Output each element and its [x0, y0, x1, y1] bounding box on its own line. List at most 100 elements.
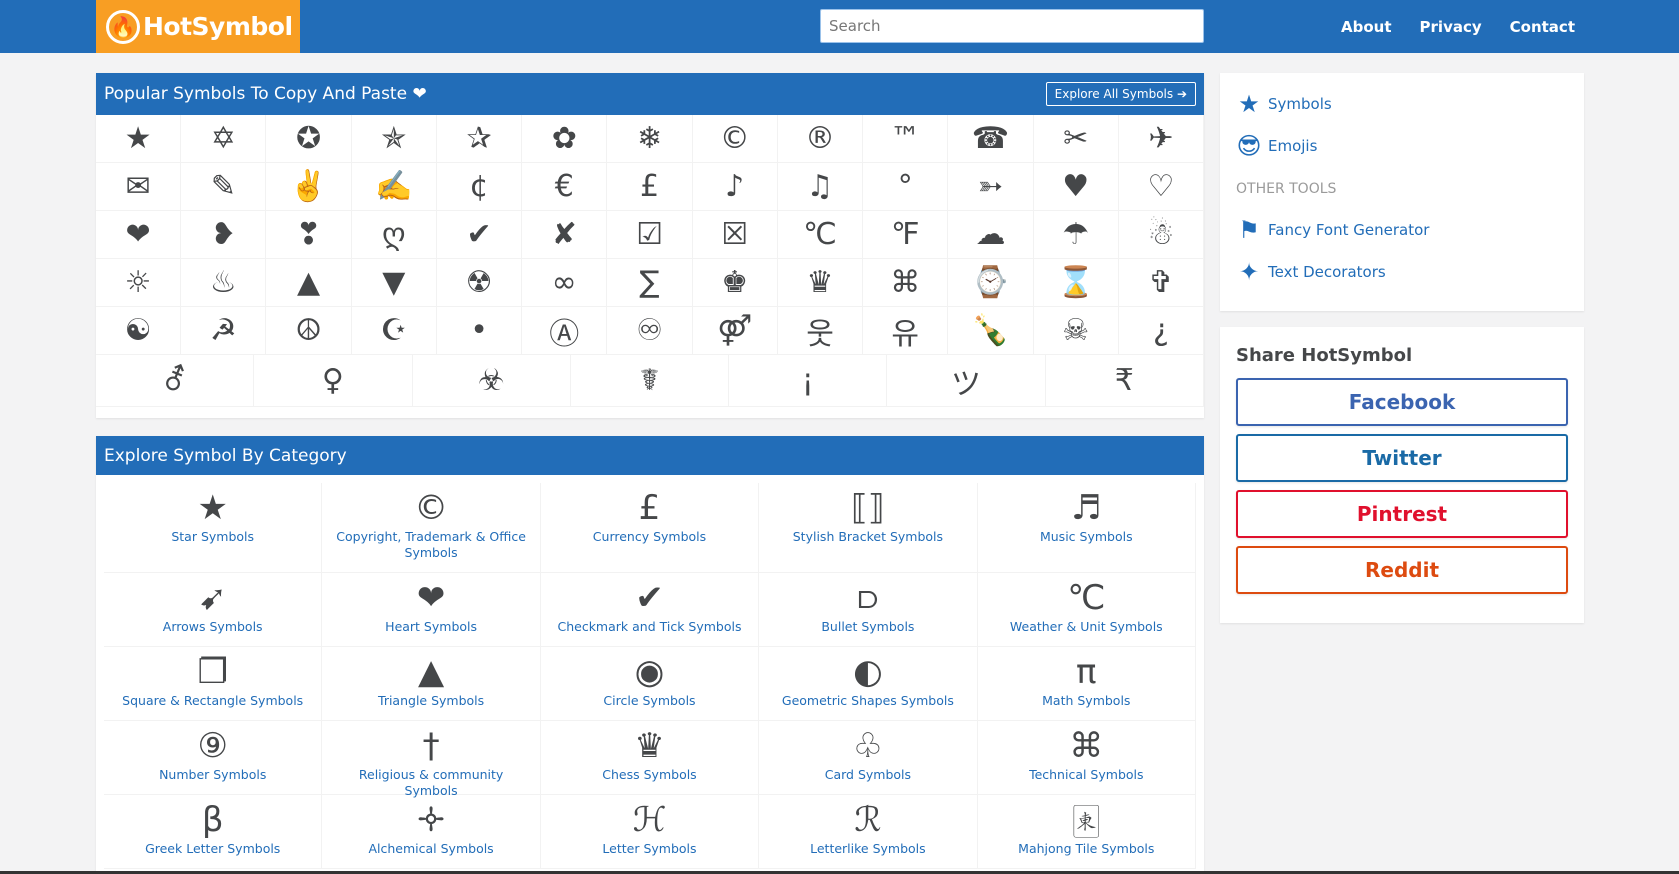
symbol-copy-cell[interactable]: ☃ — [1119, 211, 1205, 258]
category-item[interactable]: ⟦⟧ Stylish Bracket Symbols — [759, 483, 978, 573]
symbol-copy-cell[interactable]: ✡ — [181, 115, 267, 162]
symbol-copy-cell[interactable]: ¿ — [1119, 307, 1205, 354]
symbol-copy-cell[interactable]: ⚤ — [693, 307, 778, 354]
symbol-copy-cell[interactable]: ¡ — [729, 355, 888, 406]
nav-privacy[interactable]: Privacy — [1420, 18, 1482, 36]
symbol-copy-cell[interactable]: ☎ — [948, 115, 1034, 162]
symbol-copy-cell[interactable]: 웃 — [778, 307, 864, 354]
symbol-copy-cell[interactable]: ♨ — [181, 259, 267, 306]
symbol-copy-cell[interactable]: ツ — [887, 355, 1046, 406]
share-pinterest-button[interactable]: Pintrest — [1236, 490, 1568, 538]
symbol-copy-cell[interactable]: ⚦ — [96, 355, 255, 406]
explore-all-symbols-button[interactable]: Explore All Symbols ➔ — [1045, 82, 1196, 106]
category-item[interactable]: β Greek Letter Symbols — [104, 795, 323, 869]
symbol-copy-cell[interactable]: ☼ — [96, 259, 182, 306]
symbol-copy-cell[interactable]: ® — [778, 115, 864, 162]
symbol-copy-cell[interactable]: © — [693, 115, 778, 162]
symbol-copy-cell[interactable]: ∞ — [522, 259, 608, 306]
sidebar-link-emojis[interactable]: 😎 Emojis — [1220, 125, 1584, 167]
symbol-copy-cell[interactable]: ☯ — [96, 307, 182, 354]
share-twitter-button[interactable]: Twitter — [1236, 434, 1568, 482]
symbol-copy-cell[interactable]: 유 — [863, 307, 949, 354]
symbol-copy-cell[interactable]: ✰ — [437, 115, 523, 162]
symbol-copy-cell[interactable]: ★ — [96, 115, 182, 162]
category-item[interactable]: ✔ Checkmark and Tick Symbols — [540, 573, 760, 647]
symbol-copy-cell[interactable]: ▲ — [266, 259, 352, 306]
category-item[interactable]: ◉ Circle Symbols — [540, 647, 760, 721]
symbol-copy-cell[interactable]: ♫ — [778, 163, 864, 210]
symbol-copy-cell[interactable]: ❄ — [607, 115, 693, 162]
symbol-copy-cell[interactable]: ✍️ — [352, 163, 437, 210]
category-item[interactable]: ➹ Arrows Symbols — [104, 573, 323, 647]
category-item[interactable]: ⫐ Bullet Symbols — [759, 573, 978, 647]
symbol-copy-cell[interactable]: ❥ — [181, 211, 267, 258]
category-item[interactable]: ⌘ Technical Symbols — [977, 721, 1196, 795]
search-input[interactable] — [820, 9, 1204, 43]
share-facebook-button[interactable]: Facebook — [1236, 378, 1568, 426]
symbol-copy-cell[interactable]: ✈ — [1119, 115, 1205, 162]
symbol-copy-cell[interactable]: ⌛ — [1034, 259, 1119, 306]
symbol-copy-cell[interactable]: ∑ — [607, 259, 693, 306]
symbol-copy-cell[interactable]: ✯ — [352, 115, 437, 162]
symbol-copy-cell[interactable]: ♪ — [693, 163, 778, 210]
symbol-copy-cell[interactable]: ₹ — [1046, 355, 1204, 406]
category-item[interactable]: ◐ Geometric Shapes Symbols — [759, 647, 978, 721]
sidebar-link-text-decorators[interactable]: ✦ Text Decorators — [1220, 251, 1584, 293]
symbol-copy-cell[interactable]: ☑ — [607, 211, 693, 258]
category-item[interactable]: ▲ Triangle Symbols — [322, 647, 541, 721]
symbol-copy-cell[interactable]: ☒ — [693, 211, 778, 258]
symbol-copy-cell[interactable]: 🍾 — [948, 307, 1034, 354]
category-item[interactable]: © Copyright, Trademark & Office Symbols — [322, 483, 541, 573]
symbol-copy-cell[interactable]: ☢ — [437, 259, 523, 306]
symbol-copy-cell[interactable]: ✿ — [522, 115, 608, 162]
symbol-copy-cell[interactable]: ✌️ — [266, 163, 352, 210]
symbol-copy-cell[interactable]: £ — [607, 163, 693, 210]
symbol-copy-cell[interactable]: € — [522, 163, 608, 210]
symbol-copy-cell[interactable]: ☣ — [413, 355, 571, 406]
symbol-copy-cell[interactable]: ✪ — [266, 115, 352, 162]
category-item[interactable]: π Math Symbols — [977, 647, 1196, 721]
symbol-copy-cell[interactable]: ❣ — [266, 211, 352, 258]
category-item[interactable]: ⑨ Number Symbols — [104, 721, 323, 795]
symbol-copy-cell[interactable]: ❤ — [96, 211, 182, 258]
category-item[interactable]: ❐ Square & Rectangle Symbols — [104, 647, 323, 721]
symbol-copy-cell[interactable]: ♡ — [1119, 163, 1205, 210]
symbol-copy-cell[interactable]: ° — [863, 163, 949, 210]
symbol-copy-cell[interactable]: ▼ — [352, 259, 437, 306]
symbol-copy-cell[interactable]: ☮ — [266, 307, 352, 354]
symbol-copy-cell[interactable]: ✔ — [437, 211, 523, 258]
symbol-copy-cell[interactable]: Ⓐ — [522, 307, 608, 354]
symbol-copy-cell[interactable]: ♾ — [607, 307, 693, 354]
symbol-copy-cell[interactable]: ☤ — [571, 355, 730, 406]
symbol-copy-cell[interactable]: ☁ — [948, 211, 1034, 258]
symbol-copy-cell[interactable]: • — [437, 307, 523, 354]
symbol-copy-cell[interactable]: ™ — [863, 115, 949, 162]
category-item[interactable]: ℋ Letter Symbols — [540, 795, 760, 869]
symbol-copy-cell[interactable]: ♚ — [693, 259, 778, 306]
category-item[interactable]: 🝊 Alchemical Symbols — [322, 795, 541, 869]
symbol-copy-cell[interactable]: ℃ — [778, 211, 864, 258]
category-item[interactable]: ♧ Card Symbols — [759, 721, 978, 795]
symbol-copy-cell[interactable]: ✘ — [522, 211, 608, 258]
symbol-copy-cell[interactable]: ♛ — [778, 259, 864, 306]
symbol-copy-cell[interactable]: ♀ — [254, 355, 413, 406]
category-item[interactable]: † Religious & community Symbols — [322, 721, 541, 798]
symbol-copy-cell[interactable]: ღ — [352, 211, 437, 258]
symbol-copy-cell[interactable]: ⌘ — [863, 259, 949, 306]
symbol-copy-cell[interactable]: ⌚ — [948, 259, 1034, 306]
symbol-copy-cell[interactable]: ✉ — [96, 163, 182, 210]
category-item[interactable]: ♬ Music Symbols — [977, 483, 1196, 573]
nav-about[interactable]: About — [1341, 18, 1392, 36]
category-item[interactable]: ℛ Letterlike Symbols — [759, 795, 978, 869]
site-logo[interactable]: 🔥 HotSymbol — [96, 0, 300, 53]
symbol-copy-cell[interactable]: ☪ — [352, 307, 437, 354]
symbol-copy-cell[interactable]: ℉ — [863, 211, 949, 258]
symbol-copy-cell[interactable]: ➳ — [948, 163, 1034, 210]
symbol-copy-cell[interactable]: ¢ — [437, 163, 523, 210]
nav-contact[interactable]: Contact — [1510, 18, 1575, 36]
symbol-copy-cell[interactable]: ✎ — [181, 163, 267, 210]
symbol-copy-cell[interactable]: ☭ — [181, 307, 267, 354]
sidebar-link-fancy-font-generator[interactable]: ⚑ Fancy Font Generator — [1220, 209, 1584, 251]
share-reddit-button[interactable]: Reddit — [1236, 546, 1568, 594]
category-item[interactable]: £ Currency Symbols — [540, 483, 760, 573]
